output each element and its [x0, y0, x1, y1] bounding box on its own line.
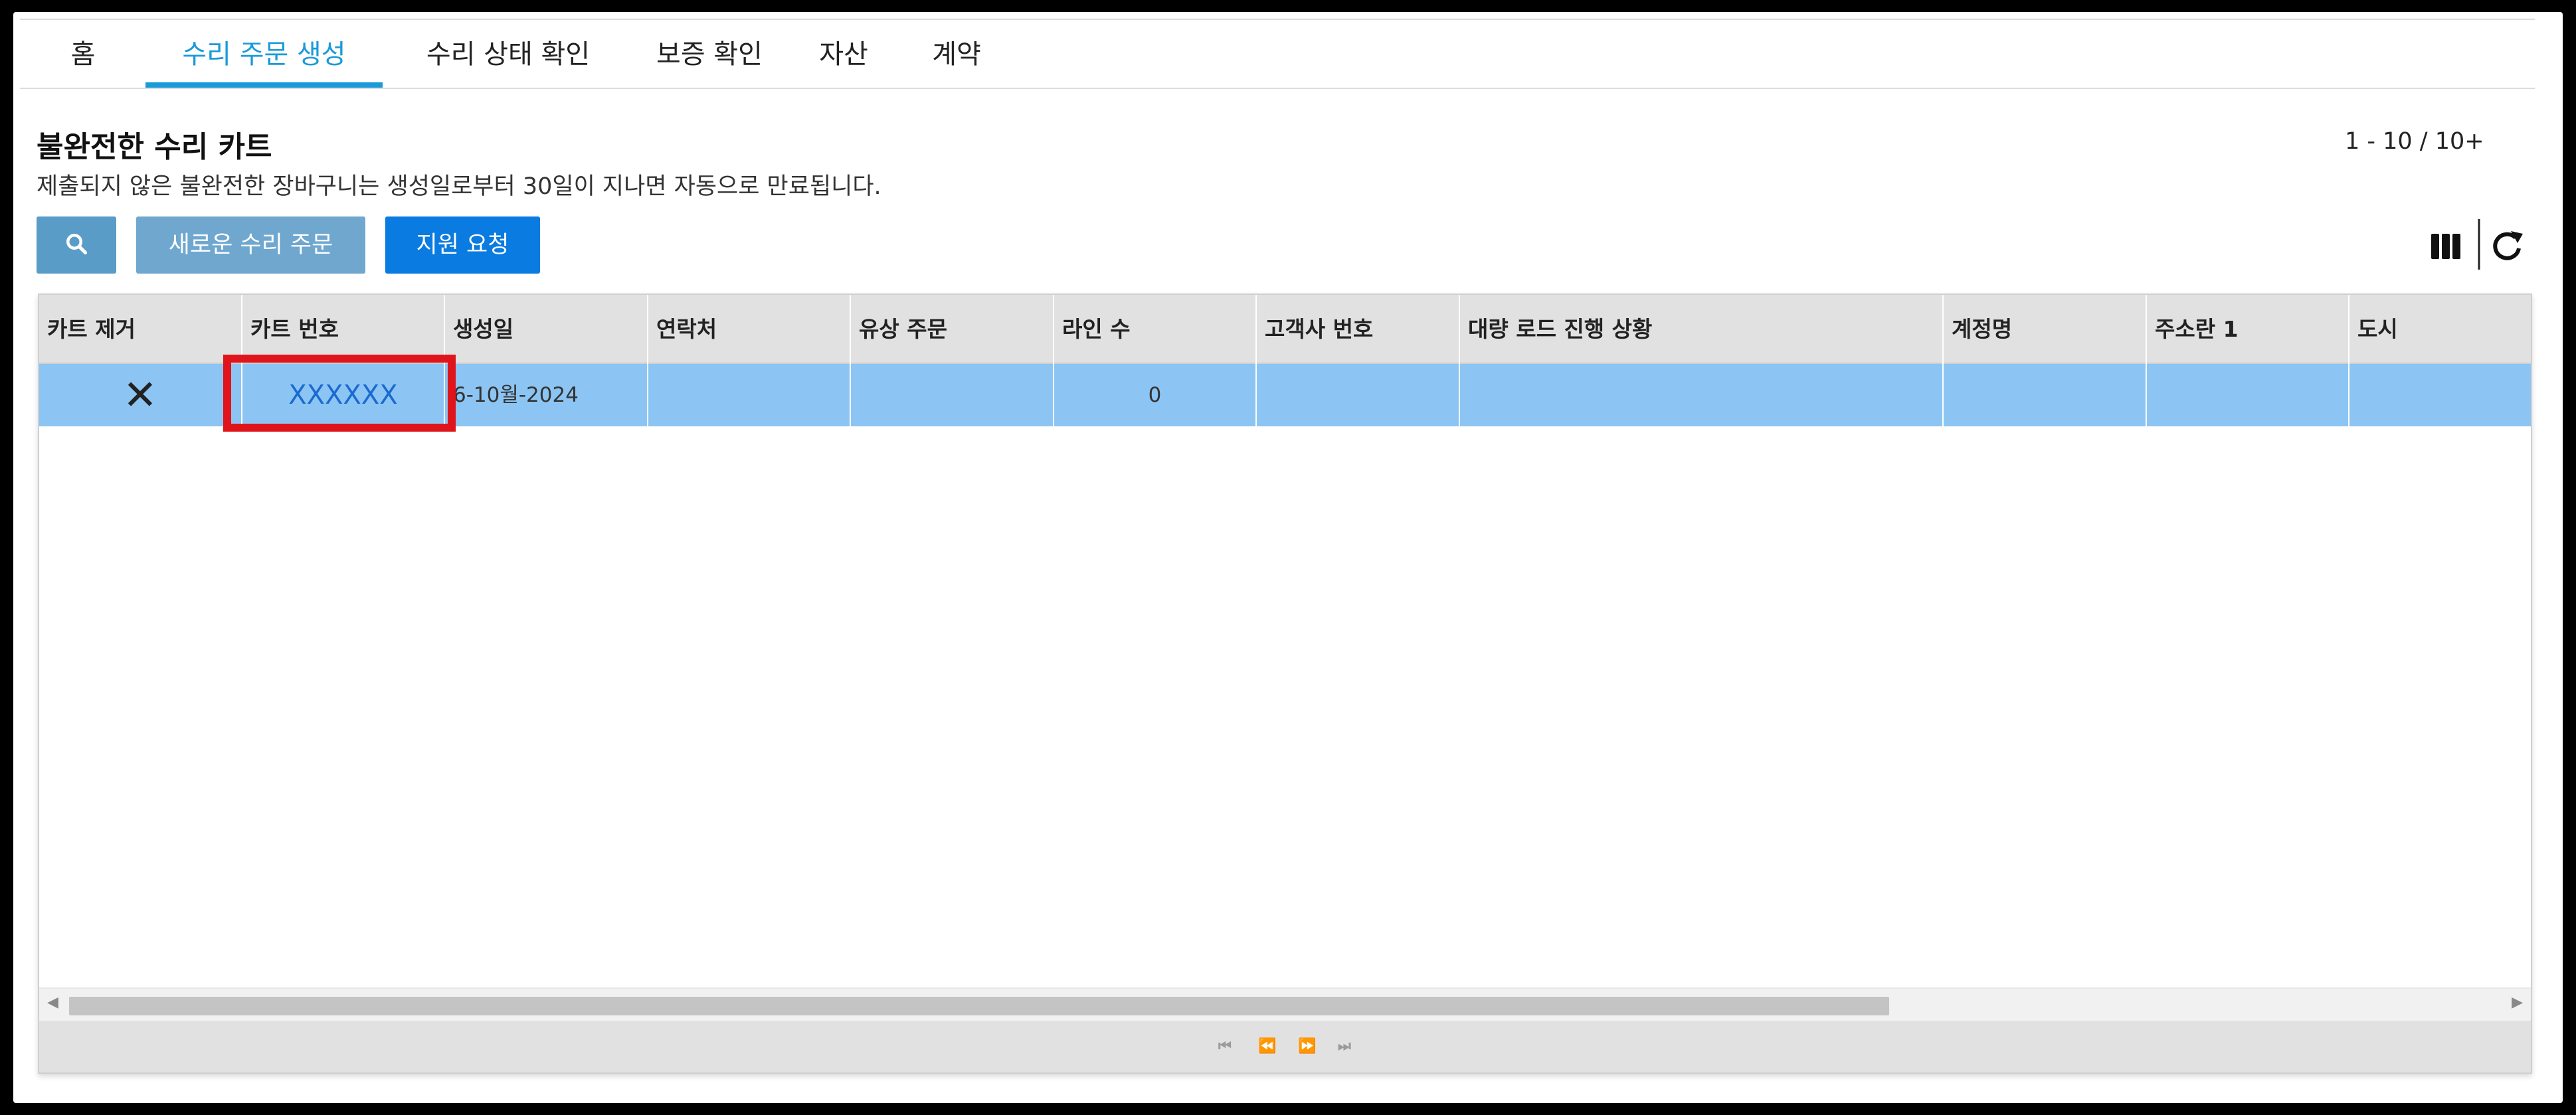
- record-count: 1 - 10 / 10+: [2345, 128, 2484, 155]
- tab-assets[interactable]: 자산: [804, 20, 883, 89]
- line-count-cell: 0: [1054, 364, 1257, 426]
- table-header: 카트 제거 카트 번호 생성일 연락처 유상 주문 라인 수 고객사 번호 대량…: [39, 295, 2531, 364]
- scroll-left-icon[interactable]: ◀: [47, 994, 58, 1011]
- column-header-address1[interactable]: 주소란 1: [2147, 295, 2349, 364]
- tab-repair-status[interactable]: 수리 상태 확인: [392, 20, 624, 89]
- remove-cart-icon[interactable]: ✕: [39, 364, 242, 426]
- column-header-cart-number[interactable]: 카트 번호: [242, 295, 445, 364]
- column-header-city[interactable]: 도시: [2349, 295, 2531, 364]
- support-request-button[interactable]: 지원 요청: [385, 216, 540, 274]
- grid-tools: [2426, 219, 2532, 270]
- tab-contracts[interactable]: 계약: [917, 20, 996, 89]
- active-tab-indicator: [145, 82, 383, 88]
- column-header-contact[interactable]: 연락처: [648, 295, 851, 364]
- page-description: 제출되지 않은 불완전한 장바구니는 생성일로부터 30일이 지나면 자동으로 …: [37, 173, 881, 200]
- search-button[interactable]: [37, 216, 116, 274]
- highlight-box: [223, 355, 456, 432]
- last-page-icon[interactable]: ⏭: [1338, 1038, 1351, 1055]
- refresh-icon[interactable]: [2493, 231, 2523, 260]
- tab-home[interactable]: 홈: [61, 20, 105, 89]
- scroll-right-icon[interactable]: ▶: [2512, 994, 2523, 1011]
- scrollbar-thumb[interactable]: [69, 997, 1889, 1015]
- created-date-cell: 6-10월-2024: [445, 364, 648, 426]
- horizontal-scrollbar[interactable]: ◀ ▶: [39, 987, 2531, 1021]
- incomplete-carts-table: 카트 제거 카트 번호 생성일 연락처 유상 주문 라인 수 고객사 번호 대량…: [38, 294, 2532, 1074]
- first-page-icon[interactable]: ⏮: [1218, 1038, 1232, 1055]
- prev-page-icon[interactable]: ⏪: [1258, 1038, 1276, 1055]
- columns-icon[interactable]: [2431, 234, 2460, 259]
- contact-cell: [648, 364, 851, 426]
- city-cell: [2349, 364, 2531, 426]
- customer-number-cell: [1257, 364, 1460, 426]
- column-header-remove[interactable]: 카트 제거: [39, 295, 242, 364]
- column-header-bulk-progress[interactable]: 대량 로드 진행 상황: [1460, 295, 1944, 364]
- next-page-icon[interactable]: ⏩: [1298, 1038, 1316, 1055]
- column-header-line-count[interactable]: 라인 수: [1054, 295, 1257, 364]
- paid-order-cell: [851, 364, 1054, 426]
- new-repair-order-button[interactable]: 새로운 수리 주문: [136, 216, 365, 274]
- column-header-account-name[interactable]: 계정명: [1944, 295, 2147, 364]
- column-header-customer-number[interactable]: 고객사 번호: [1257, 295, 1460, 364]
- search-icon: [66, 234, 88, 255]
- address1-cell: [2147, 364, 2349, 426]
- tab-warranty[interactable]: 보증 확인: [630, 20, 789, 89]
- column-header-paid-order[interactable]: 유상 주문: [851, 295, 1054, 364]
- table-footer: ⏮ ⏪ ⏩ ⏭: [39, 1021, 2531, 1072]
- page-title: 불완전한 수리 카트: [37, 130, 272, 164]
- top-nav: 홈 수리 주문 생성 수리 상태 확인 보증 확인 자산 계약: [20, 19, 2535, 89]
- bulk-progress-cell: [1460, 364, 1944, 426]
- tab-create-repair-order[interactable]: 수리 주문 생성: [145, 20, 383, 89]
- account-name-cell: [1944, 364, 2147, 426]
- column-header-created[interactable]: 생성일: [445, 295, 648, 364]
